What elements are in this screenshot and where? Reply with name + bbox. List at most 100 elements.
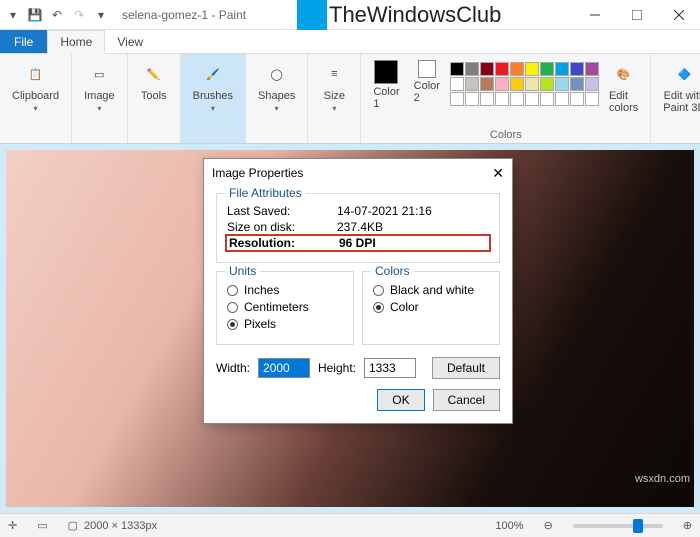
titlebar: ▾ 💾 ↶ ↷ ▾ selena-gomez-1 - Paint TheWind… xyxy=(0,0,700,30)
size-on-disk-value: 237.4KB xyxy=(337,220,383,234)
palette-swatch[interactable] xyxy=(480,62,494,76)
brushes-button[interactable]: 🖌️ Brushes▾ xyxy=(189,58,237,115)
palette-swatch[interactable] xyxy=(525,77,539,91)
close-button[interactable] xyxy=(658,0,700,30)
color-palette[interactable] xyxy=(450,58,599,116)
unit-inches-radio[interactable]: Inches xyxy=(227,283,343,297)
palette-swatch[interactable] xyxy=(495,77,509,91)
palette-swatch[interactable] xyxy=(510,92,524,106)
unit-centimeters-radio[interactable]: Centimeters xyxy=(227,300,343,314)
palette-swatch[interactable] xyxy=(540,77,554,91)
width-input[interactable]: 2000 xyxy=(258,358,310,378)
last-saved-value: 14-07-2021 21:16 xyxy=(337,204,432,218)
cancel-button[interactable]: Cancel xyxy=(433,389,500,411)
height-input[interactable]: 1333 xyxy=(364,358,416,378)
color2-button[interactable]: Color 2 xyxy=(410,58,444,116)
size-icon: ≡ xyxy=(320,60,348,88)
zoom-out-button[interactable]: ⊖ xyxy=(544,519,553,532)
palette-swatch[interactable] xyxy=(555,62,569,76)
shapes-icon: ◯ xyxy=(263,60,291,88)
palette-swatch[interactable] xyxy=(540,92,554,106)
group-size: ≡ Size▾ xyxy=(308,54,361,143)
zoom-in-button[interactable]: ⊕ xyxy=(683,519,692,532)
palette-swatch[interactable] xyxy=(480,77,494,91)
palette-swatch[interactable] xyxy=(570,77,584,91)
ok-button[interactable]: OK xyxy=(377,389,424,411)
image-button[interactable]: ▭ Image▾ xyxy=(80,58,119,115)
palette-swatch[interactable] xyxy=(495,92,509,106)
paint3d-button[interactable]: 🔷 Edit with Paint 3D xyxy=(659,58,700,116)
last-saved-label: Last Saved: xyxy=(227,204,337,218)
default-button[interactable]: Default xyxy=(432,357,500,379)
maximize-button[interactable] xyxy=(616,0,658,30)
palette-swatch[interactable] xyxy=(585,92,599,106)
brand-text: TheWindowsClub xyxy=(329,2,501,28)
brand-overlay: TheWindowsClub xyxy=(297,0,501,30)
palette-swatch[interactable] xyxy=(450,92,464,106)
height-label: Height: xyxy=(318,361,356,375)
save-icon[interactable]: 💾 xyxy=(26,6,44,24)
tab-view[interactable]: View xyxy=(105,30,155,53)
cursor-position: ✛ xyxy=(8,519,17,532)
edit-colors-icon: 🎨 xyxy=(610,60,638,88)
palette-swatch[interactable] xyxy=(585,77,599,91)
palette-swatch[interactable] xyxy=(510,62,524,76)
qat-customize-icon[interactable]: ▾ xyxy=(92,6,110,24)
color-color-radio[interactable]: Color xyxy=(373,300,489,314)
unit-pixels-radio[interactable]: Pixels xyxy=(227,317,343,331)
tools-button[interactable]: ✏️ Tools xyxy=(136,58,172,104)
zoom-thumb[interactable] xyxy=(633,519,643,533)
zoom-slider[interactable] xyxy=(573,524,663,528)
resolution-value: 96 DPI xyxy=(339,236,376,250)
crosshair-icon: ✛ xyxy=(8,519,17,532)
redo-icon[interactable]: ↷ xyxy=(70,6,88,24)
size-button[interactable]: ≡ Size▾ xyxy=(316,58,352,115)
status-bar: ✛ ▭ ▢2000 × 1333px 100% ⊖ ⊕ xyxy=(0,513,700,537)
palette-swatch[interactable] xyxy=(465,92,479,106)
palette-swatch[interactable] xyxy=(570,92,584,106)
selection-icon: ▭ xyxy=(37,519,47,532)
image-properties-dialog: Image Properties ✕ File Attributes Last … xyxy=(203,158,513,424)
group-shapes: ◯ Shapes▾ xyxy=(246,54,308,143)
palette-swatch[interactable] xyxy=(585,62,599,76)
paint3d-icon: 🔷 xyxy=(670,60,698,88)
color1-button[interactable]: Color 1 xyxy=(369,58,403,116)
palette-swatch[interactable] xyxy=(480,92,494,106)
file-attributes-group: File Attributes Last Saved:14-07-2021 21… xyxy=(216,193,500,263)
color-bw-radio[interactable]: Black and white xyxy=(373,283,489,297)
palette-swatch[interactable] xyxy=(525,92,539,106)
minimize-button[interactable] xyxy=(574,0,616,30)
zoom-level: 100% xyxy=(495,520,523,532)
colors-group-label: Colors xyxy=(490,129,522,141)
dialog-titlebar[interactable]: Image Properties ✕ xyxy=(204,159,512,187)
edit-colors-button[interactable]: 🎨 Edit colors xyxy=(605,58,642,116)
shapes-button[interactable]: ◯ Shapes▾ xyxy=(254,58,299,115)
palette-swatch[interactable] xyxy=(555,77,569,91)
palette-swatch[interactable] xyxy=(540,62,554,76)
tab-home[interactable]: Home xyxy=(47,30,105,54)
units-legend: Units xyxy=(225,264,260,278)
dialog-close-icon[interactable]: ✕ xyxy=(492,165,504,182)
palette-swatch[interactable] xyxy=(525,62,539,76)
file-attributes-legend: File Attributes xyxy=(225,186,306,200)
palette-swatch[interactable] xyxy=(570,62,584,76)
dimensions-icon: ▢ xyxy=(68,519,78,532)
palette-swatch[interactable] xyxy=(450,77,464,91)
resolution-label: Resolution: xyxy=(229,236,339,250)
select-icon: ▭ xyxy=(85,60,113,88)
palette-swatch[interactable] xyxy=(555,92,569,106)
color2-swatch xyxy=(418,60,436,78)
undo-icon[interactable]: ↶ xyxy=(48,6,66,24)
file-menu[interactable]: File xyxy=(0,30,47,53)
ribbon: 📋 Clipboard▾ ▭ Image▾ ✏️ Tools 🖌️ Brushe… xyxy=(0,54,700,144)
palette-swatch[interactable] xyxy=(465,62,479,76)
app-menu-icon[interactable]: ▾ xyxy=(4,6,22,24)
colors-legend: Colors xyxy=(371,264,414,278)
group-brushes: 🖌️ Brushes▾ xyxy=(181,54,246,143)
palette-swatch[interactable] xyxy=(510,77,524,91)
palette-swatch[interactable] xyxy=(465,77,479,91)
palette-swatch[interactable] xyxy=(450,62,464,76)
clipboard-button[interactable]: 📋 Clipboard▾ xyxy=(8,58,63,115)
window-title: selena-gomez-1 - Paint xyxy=(122,8,246,22)
palette-swatch[interactable] xyxy=(495,62,509,76)
